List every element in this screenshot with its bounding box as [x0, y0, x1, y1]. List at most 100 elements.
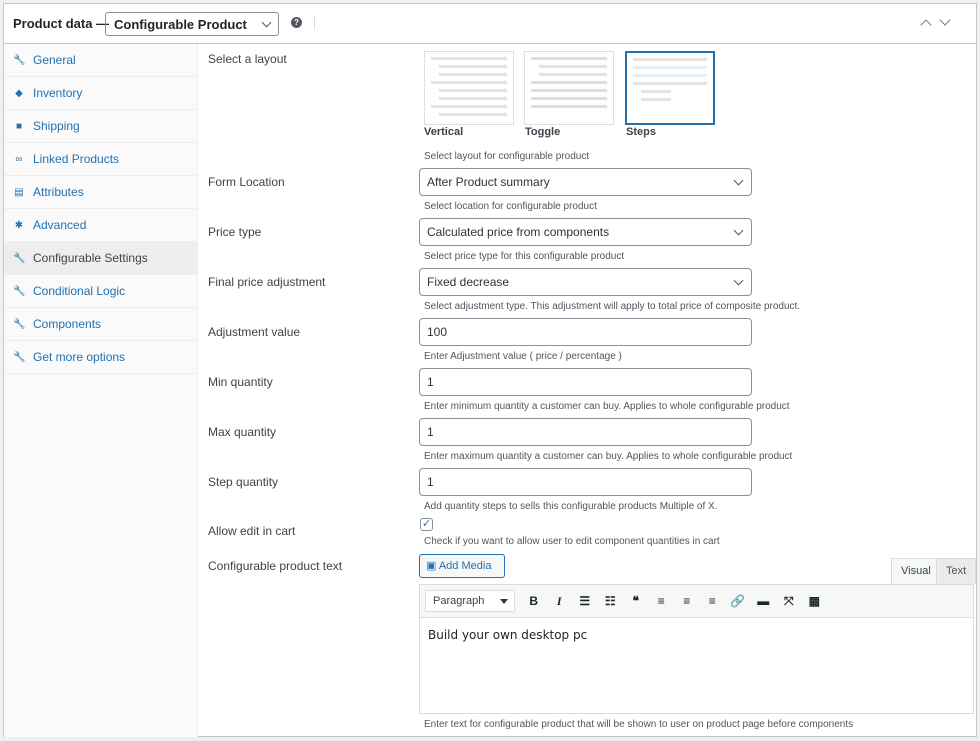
max_qty-value: 1 — [427, 425, 434, 439]
bullet-list-icon[interactable]: ☰ — [572, 594, 598, 608]
allow-edit-desc: Check if you want to allow user to edit … — [424, 536, 720, 547]
link-icon[interactable]: 🔗 — [725, 594, 751, 608]
layout-name: Vertical — [424, 126, 464, 138]
final_adj-label: Final price adjustment — [208, 275, 326, 289]
link-icon: ∞ — [15, 153, 23, 165]
sidebar-item-configurable-settings[interactable]: 🔧 Configurable Settings — [4, 242, 197, 275]
sidebar-item-inventory[interactable]: ◆ Inventory — [4, 77, 197, 110]
adj_value-label: Adjustment value — [208, 325, 301, 339]
align-right-icon[interactable]: ≡ — [700, 594, 726, 608]
sidebar-item-label: Configurable Settings — [33, 251, 148, 265]
numbered-list-icon[interactable]: ☷ — [598, 594, 624, 608]
allow-edit-checkbox[interactable]: ✓ — [420, 518, 433, 531]
wrench-icon: 🔧 — [13, 318, 26, 330]
sidebar-item-label: Conditional Logic — [33, 284, 126, 298]
panel-title: Product data — — [13, 16, 110, 31]
form_location-select[interactable]: After Product summary — [419, 168, 752, 196]
tab-visual[interactable]: Visual — [891, 558, 941, 584]
sidebar-item-attributes[interactable]: ▤ Attributes — [4, 176, 197, 209]
sidebar-item-label: Shipping — [33, 119, 80, 133]
sidebar-item-label: General — [33, 53, 76, 67]
chevron-down-icon — [733, 225, 744, 236]
product-data-panel: Product data — Configurable Product ? 🔧 G… — [3, 3, 977, 737]
price_type-desc: Select price type for this configurable … — [424, 251, 625, 262]
tab-text[interactable]: Text — [936, 558, 977, 584]
bold-icon[interactable]: B — [521, 594, 547, 608]
gear-icon: ✱ — [14, 219, 24, 231]
wrench-icon: 🔧 — [13, 351, 26, 363]
sidebar-item-label: Components — [33, 317, 102, 331]
sidebar-item-general[interactable]: 🔧 General — [4, 44, 197, 77]
sidebar-item-linked-products[interactable]: ∞ Linked Products — [4, 143, 197, 176]
sidebar-item-components[interactable]: 🔧 Components — [4, 308, 197, 341]
allow-edit-label: Allow edit in cart — [208, 524, 296, 538]
panel-header: Product data — Configurable Product ? — [4, 4, 976, 44]
align-center-icon[interactable]: ≡ — [674, 594, 700, 608]
min_qty-desc: Enter minimum quantity a customer can bu… — [424, 401, 790, 412]
layout-option-steps[interactable] — [625, 51, 715, 125]
wrench-icon: 🔧 — [13, 252, 26, 264]
min_qty-input[interactable]: 1 — [419, 368, 752, 396]
final_adj-value: Fixed decrease — [427, 275, 510, 289]
price_type-label: Price type — [208, 225, 262, 239]
step_qty-input[interactable]: 1 — [419, 468, 752, 496]
layout-name: Steps — [626, 126, 656, 138]
step_qty-value: 1 — [427, 475, 434, 489]
media-icon: ▣ — [426, 560, 439, 572]
editor-toolbar: Paragraph B I ☰ ☷ ❝ ≡ ≡ ≡ 🔗 ▬ ⤧ ▦ — [420, 585, 973, 618]
adj_value-input[interactable]: 100 — [419, 318, 752, 346]
read-more-icon[interactable]: ▬ — [751, 594, 777, 608]
adj_value-value: 100 — [427, 325, 448, 339]
layout-option-vertical[interactable] — [424, 51, 514, 125]
sidebar-item-get-more-options[interactable]: 🔧 Get more options — [4, 341, 197, 374]
wrench-icon: 🔧 — [13, 285, 26, 297]
min_qty-label: Min quantity — [208, 375, 273, 389]
sidebar-item-shipping[interactable]: ■ Shipping — [4, 110, 197, 143]
chevron-down-icon — [261, 17, 272, 28]
form_location-label: Form Location — [208, 175, 285, 189]
layout-desc: Select layout for configurable product — [424, 151, 590, 162]
layout-option-toggle[interactable] — [524, 51, 614, 125]
help-icon[interactable]: ? — [291, 17, 302, 28]
step_qty-label: Step quantity — [208, 475, 279, 489]
sidebar-item-advanced[interactable]: ✱ Advanced — [4, 209, 197, 242]
max_qty-label: Max quantity — [208, 425, 277, 439]
adj_value-desc: Enter Adjustment value ( price / percent… — [424, 351, 622, 362]
chevron-down-icon — [733, 175, 744, 186]
add-media-label: Add Media — [438, 560, 492, 572]
italic-icon[interactable]: I — [547, 594, 573, 609]
sidebar-item-label: Get more options — [33, 350, 126, 364]
divider — [314, 16, 315, 30]
toolbar-toggle-icon[interactable]: ▦ — [802, 594, 828, 608]
final_adj-select[interactable]: Fixed decrease — [419, 268, 752, 296]
price_type-select[interactable]: Calculated price from components — [419, 218, 752, 246]
move-up-icon[interactable] — [920, 19, 932, 31]
price_type-value: Calculated price from components — [427, 225, 610, 239]
sidebar-item-label: Inventory — [33, 86, 83, 100]
editor-content[interactable]: Build your own desktop pc — [420, 618, 973, 652]
max_qty-input[interactable]: 1 — [419, 418, 752, 446]
sidebar-item-label: Linked Products — [33, 152, 120, 166]
final_adj-desc: Select adjustment type. This adjustment … — [424, 301, 801, 312]
wrench-icon: 🔧 — [13, 54, 26, 66]
blockquote-icon[interactable]: ❝ — [623, 594, 649, 608]
chevron-down-icon — [733, 275, 744, 286]
format-select[interactable]: Paragraph — [425, 590, 515, 612]
sidebar-item-conditional-logic[interactable]: 🔧 Conditional Logic — [4, 275, 197, 308]
layout-name: Toggle — [525, 126, 561, 138]
product-type-value: Configurable Product — [114, 17, 247, 32]
list-icon: ▤ — [14, 186, 24, 198]
form_location-value: After Product summary — [427, 175, 550, 189]
cp-text-label: Configurable product text — [208, 559, 343, 573]
fullscreen-icon[interactable]: ⤧ — [776, 594, 802, 609]
add-media-button[interactable]: ▣ Add Media — [419, 554, 505, 578]
layout-label: Select a layout — [208, 52, 287, 66]
truck-icon: ■ — [15, 120, 23, 132]
product-type-select[interactable]: Configurable Product — [105, 12, 279, 36]
align-left-icon[interactable]: ≡ — [649, 594, 675, 608]
move-down-icon[interactable] — [939, 14, 951, 26]
sidebar: 🔧 General ◆ Inventory ■ Shipping ∞ Linked Produ… — [4, 44, 198, 737]
cp-text-desc: Enter text for configurable product that… — [424, 719, 854, 730]
step_qty-desc: Add quantity steps to sells this configu… — [424, 501, 718, 512]
tag-icon: ◆ — [15, 87, 23, 99]
